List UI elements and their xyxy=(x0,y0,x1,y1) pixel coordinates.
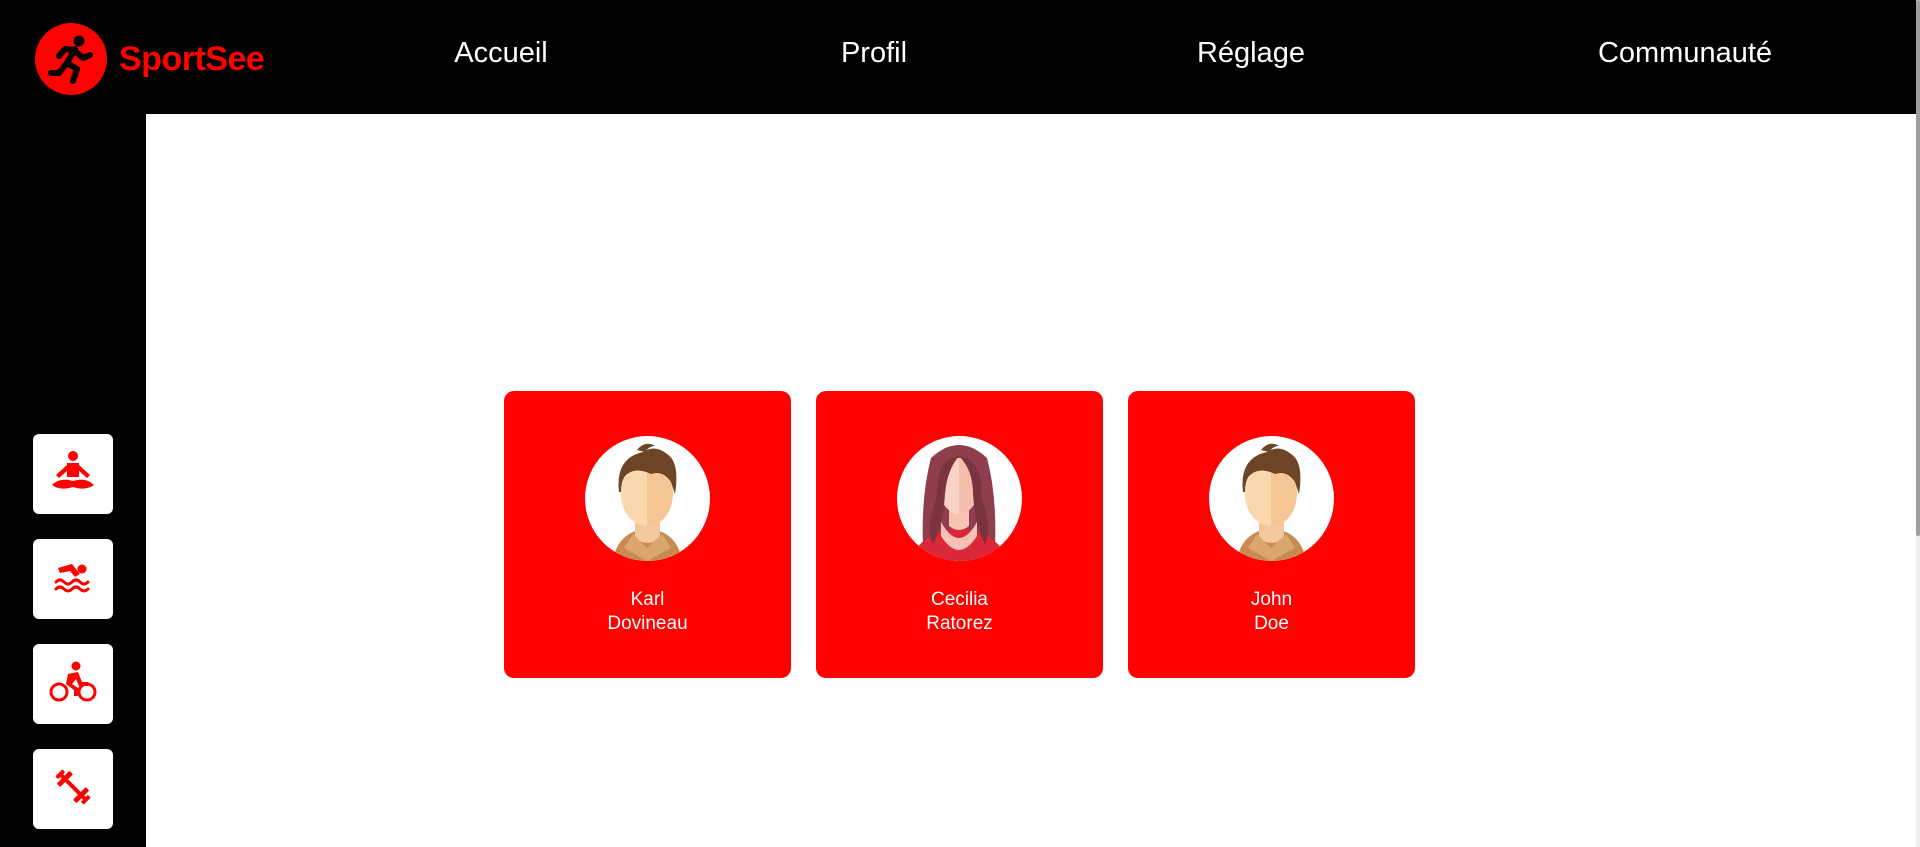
male-avatar xyxy=(585,436,710,561)
sidebar-item-swimming[interactable] xyxy=(33,539,113,619)
user-name: Karl Dovineau xyxy=(504,588,791,636)
sidebar-item-weightlifting[interactable] xyxy=(33,749,113,829)
user-card-karl[interactable]: Karl Dovineau xyxy=(504,391,791,678)
page-scrollbar[interactable] xyxy=(1916,0,1920,847)
top-navigation-bar: SportSee Accueil Profil Réglage Communau… xyxy=(0,0,1920,114)
user-last-name: Ratorez xyxy=(926,613,993,634)
male-avatar xyxy=(1209,436,1334,561)
sidebar-item-cycling[interactable] xyxy=(33,644,113,724)
brand-name: SportSee xyxy=(119,39,265,78)
nav-accueil[interactable]: Accueil xyxy=(454,37,548,70)
user-card-cecilia[interactable]: Cecilia Ratorez xyxy=(816,391,1103,678)
runner-icon xyxy=(35,23,107,95)
user-first-name: John xyxy=(1250,589,1293,610)
sportsee-logo[interactable]: SportSee xyxy=(35,23,265,95)
sidebar xyxy=(0,114,146,847)
user-first-name: Cecilia xyxy=(930,589,989,610)
user-name: John Doe xyxy=(1128,588,1415,636)
yoga-icon xyxy=(48,449,98,500)
user-card-john[interactable]: John Doe xyxy=(1128,391,1415,678)
dumbbell-icon xyxy=(50,764,96,815)
user-first-name: Karl xyxy=(630,589,665,610)
cycling-icon xyxy=(48,660,98,709)
nav-reglage[interactable]: Réglage xyxy=(1197,37,1305,70)
sidebar-item-yoga[interactable] xyxy=(33,434,113,514)
scrollbar-thumb[interactable] xyxy=(1916,0,1920,536)
nav-profil[interactable]: Profil xyxy=(841,37,907,70)
female-avatar xyxy=(897,436,1022,561)
nav-communaute[interactable]: Communauté xyxy=(1598,37,1772,70)
user-last-name: Doe xyxy=(1254,613,1289,634)
user-last-name: Dovineau xyxy=(607,613,688,634)
swimming-icon xyxy=(52,556,94,603)
user-name: Cecilia Ratorez xyxy=(816,588,1103,636)
